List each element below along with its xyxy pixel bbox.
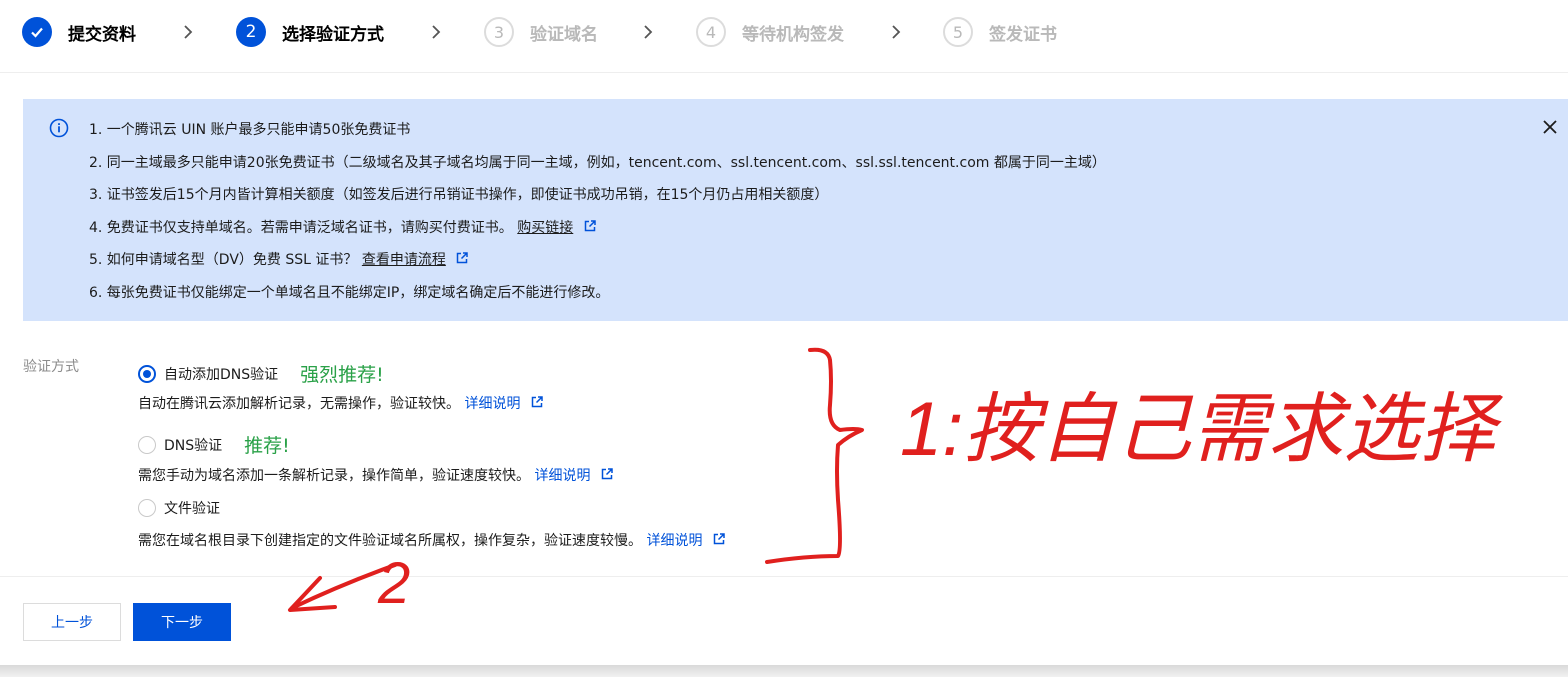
external-link-icon[interactable] [584,220,596,236]
option-file-label: 文件验证 [164,501,220,517]
alert-line-3: 3. 证书签发后15个月内皆计算相关额度（如签发后进行吊销证书操作，即使证书成功… [89,187,829,203]
info-icon [49,118,69,142]
annotation-text: 1:按自己需求选择 [900,387,1503,472]
footer-shadow [0,665,1568,677]
option-desc-text: 需您手动为域名添加一条解析记录，操作简单，验证速度较快。 [138,468,530,484]
detail-link[interactable]: 详细说明 [464,396,520,412]
chevron-right-icon [182,14,194,50]
buy-link[interactable]: 购买链接 [517,220,573,236]
option-auto-dns[interactable]: 自动添加DNS验证 强烈推荐! [138,360,384,387]
step-5-label: 签发证书 [989,24,1057,45]
chevron-right-icon [890,14,902,50]
chevron-right-icon [430,14,442,50]
option-dns-desc: 需您手动为域名添加一条解析记录，操作简单，验证速度较快。 详细说明 [138,465,613,485]
step-2-number: 2 [236,17,266,47]
option-file-desc: 需您在域名根目录下创建指定的文件验证域名所属权，操作复杂，验证速度较慢。 详细说… [138,530,725,550]
alert-line-2: 2. 同一主域最多只能申请20张免费证书（二级域名及其子域名均属于同一主域，例如… [89,155,1106,171]
prev-step-button[interactable]: 上一步 [23,603,121,641]
option-dns[interactable]: DNS验证 推荐! [138,431,290,458]
external-link-icon[interactable] [456,252,469,268]
verify-method-label: 验证方式 [23,359,79,375]
option-auto-dns-desc: 自动在腾讯云添加解析记录，无需操作，验证较快。 详细说明 [138,393,543,413]
option-auto-dns-label: 自动添加DNS验证 [164,366,279,383]
apply-process-link[interactable]: 查看申请流程 [362,252,446,268]
step-5: 5 签发证书 [943,14,1057,50]
detail-link[interactable]: 详细说明 [646,533,702,549]
info-alert: 1. 一个腾讯云 UIN 账户最多只能申请50张免费证书 2. 同一主域最多只能… [23,99,1568,321]
step-3: 3 验证域名 [484,14,598,50]
alert-line-5: 5. 如何申请域名型（DV）免费 SSL 证书？ 查看申请流程 [89,249,469,269]
chevron-right-icon [642,14,654,50]
alert-line-6: 6. 每张免费证书仅能绑定一个单域名且不能绑定IP，绑定域名确定后不能进行修改。 [89,285,610,301]
external-link-icon[interactable] [713,533,725,549]
recommend-badge: 推荐! [244,435,290,457]
step-5-number: 5 [943,17,973,47]
alert-line-5-text: 5. 如何申请域名型（DV）免费 SSL 证书？ [89,252,358,268]
footer-bar [0,577,1568,665]
step-4-number: 4 [696,17,726,47]
step-3-label: 验证域名 [530,24,598,45]
alert-line-4: 4. 免费证书仅支持单域名。若需申请泛域名证书，请购买付费证书。 购买链接 [89,217,596,237]
option-desc-text: 自动在腾讯云添加解析记录，无需操作，验证较快。 [138,396,460,412]
step-1: 提交资料 [22,14,136,50]
option-desc-text: 需您在域名根目录下创建指定的文件验证域名所属权，操作复杂，验证速度较慢。 [138,533,642,549]
step-4: 4 等待机构签发 [696,14,844,50]
next-step-button[interactable]: 下一步 [133,603,231,641]
step-4-label: 等待机构签发 [742,24,844,45]
recommend-badge: 强烈推荐! [300,364,384,386]
radio-auto-dns[interactable] [138,364,156,383]
radio-file[interactable] [138,499,156,517]
close-icon[interactable] [1542,119,1558,139]
external-link-icon[interactable] [601,468,613,484]
step-3-number: 3 [484,17,514,47]
step-2-label: 选择验证方式 [282,24,384,45]
detail-link[interactable]: 详细说明 [534,468,590,484]
steps-bar: 提交资料 2 选择验证方式 3 验证域名 4 等待机构签发 5 签发证书 [22,14,1568,50]
option-file[interactable]: 文件验证 [138,498,220,518]
step-1-label: 提交资料 [68,24,136,45]
option-dns-label: DNS验证 [164,437,223,454]
divider [0,72,1568,73]
brace-mark [765,347,864,564]
alert-line-1: 1. 一个腾讯云 UIN 账户最多只能申请50张免费证书 [89,122,411,138]
step-done-check-icon [22,17,52,47]
step-2: 2 选择验证方式 [236,14,384,50]
radio-dns[interactable] [138,435,156,454]
external-link-icon[interactable] [531,396,543,412]
alert-line-4-text: 4. 免费证书仅支持单域名。若需申请泛域名证书，请购买付费证书。 [89,220,513,236]
